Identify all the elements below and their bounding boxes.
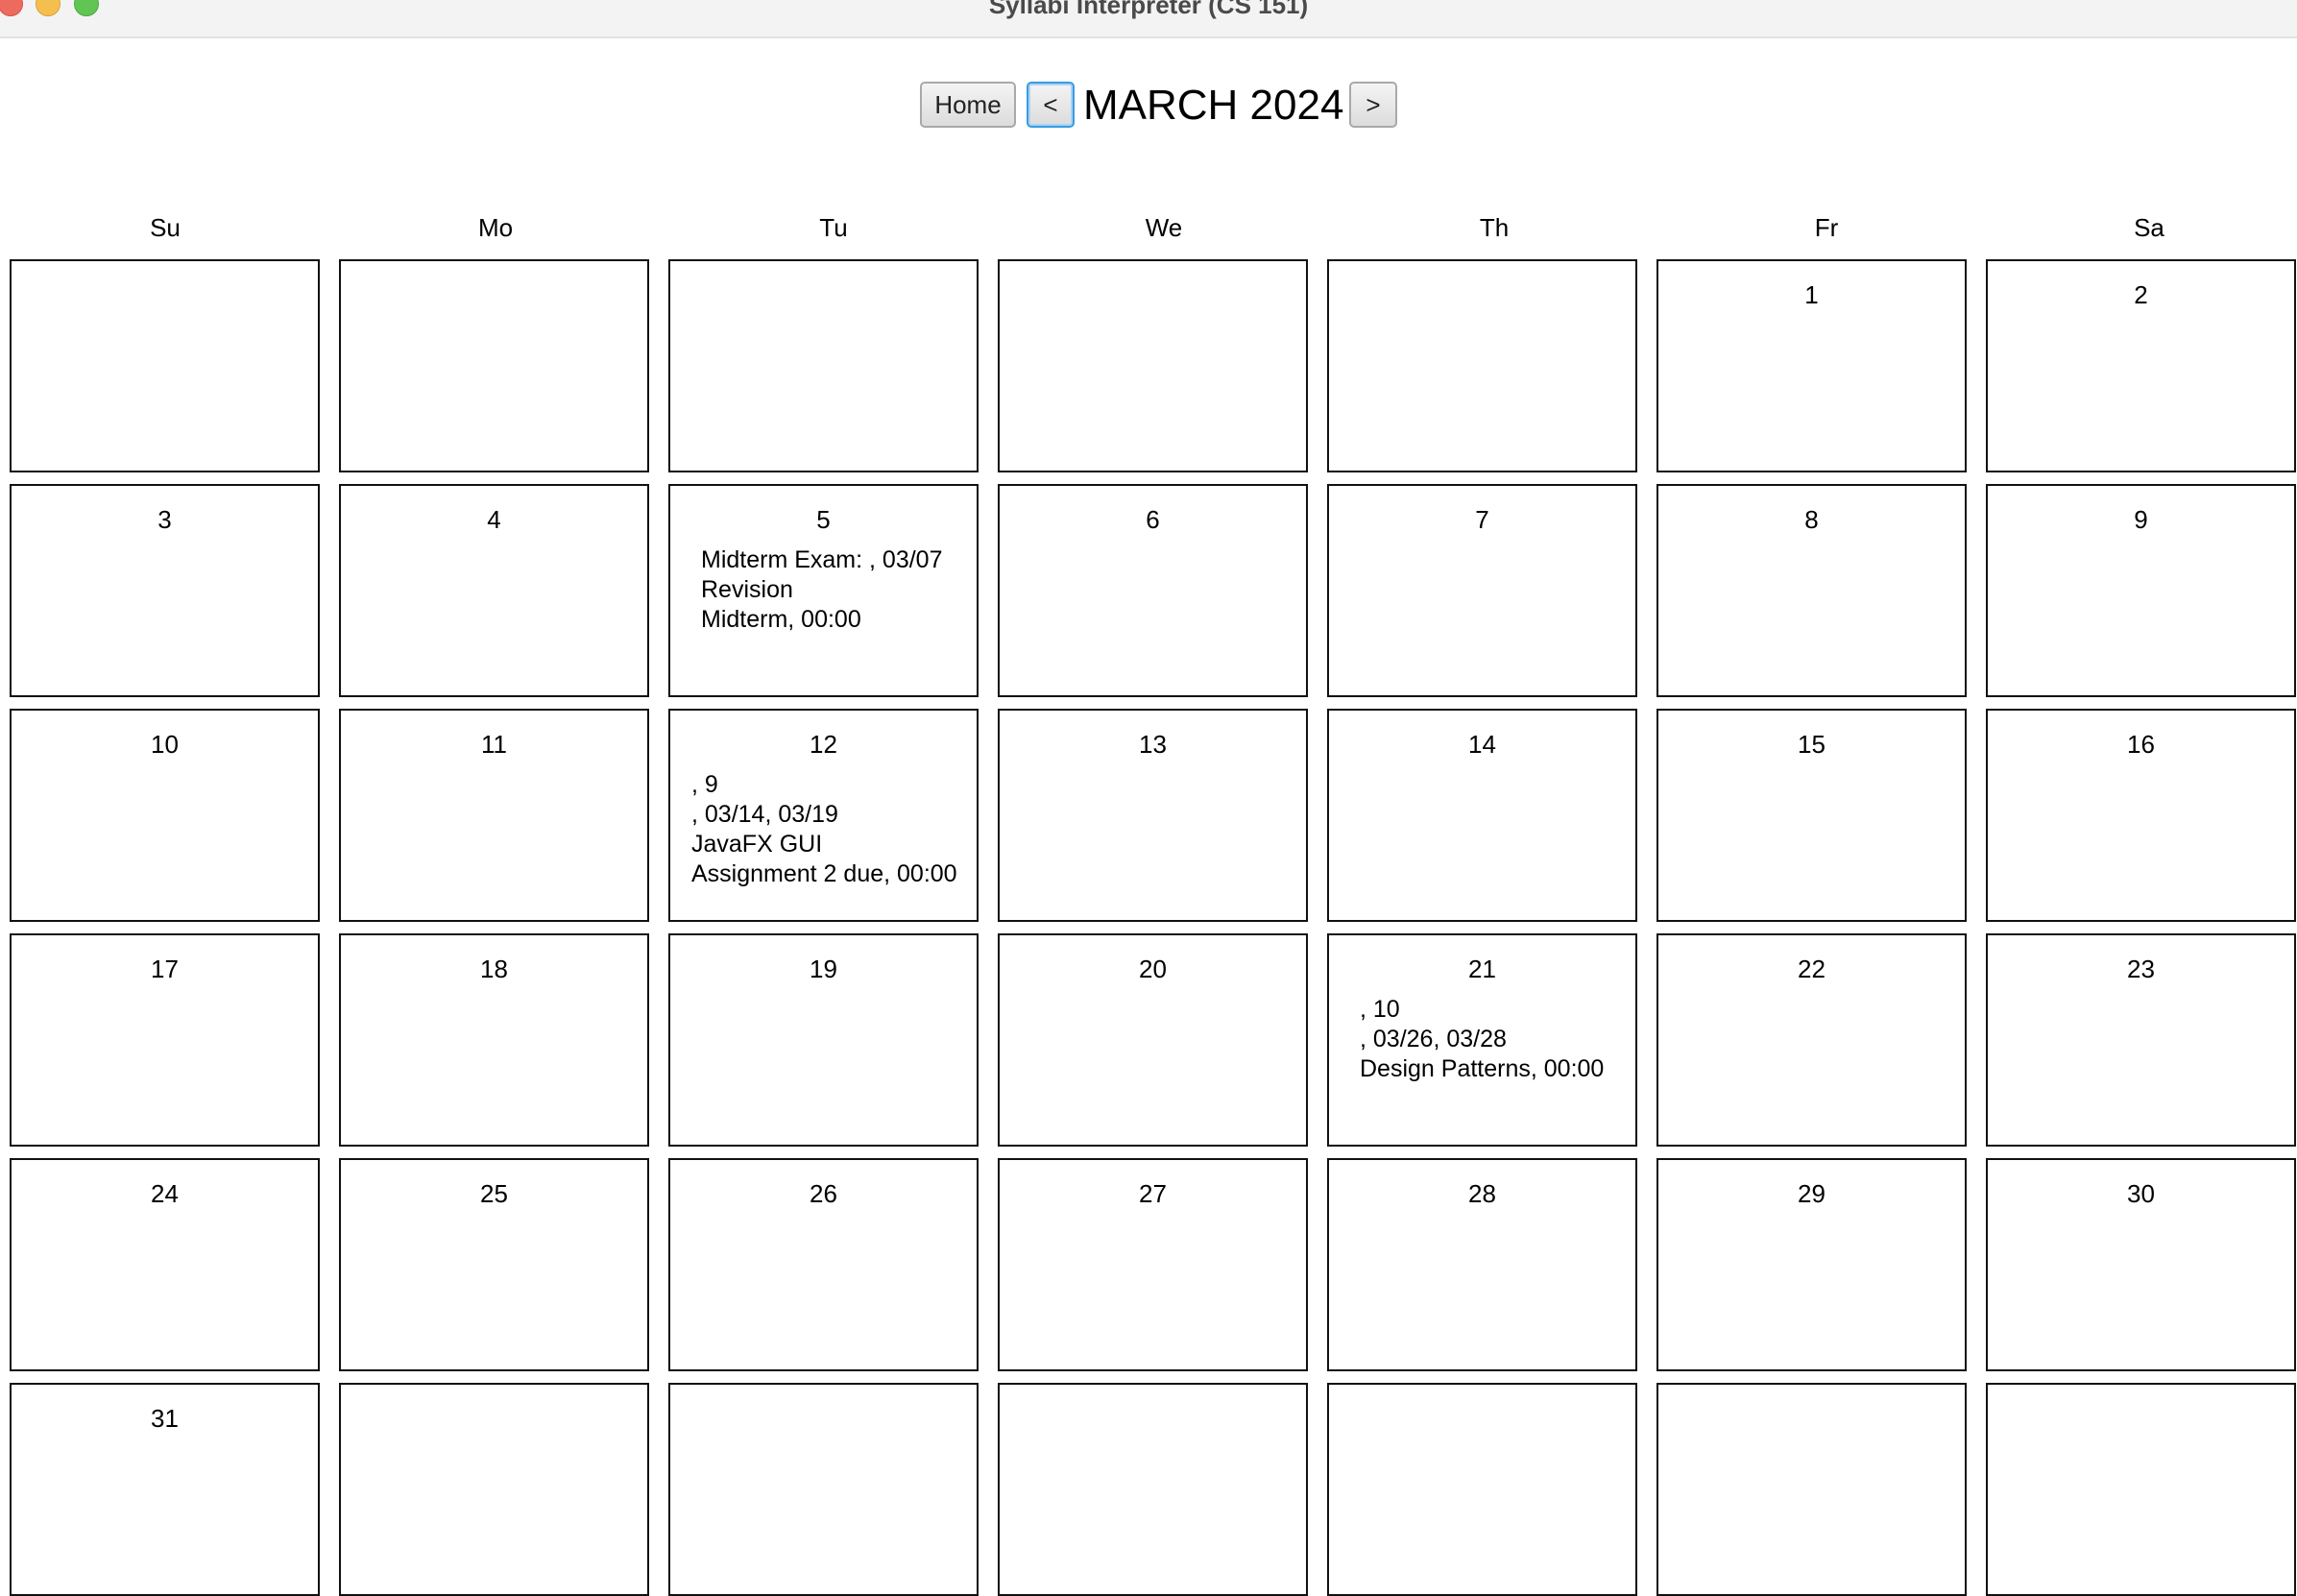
day-number: 17: [151, 955, 179, 983]
day-cell[interactable]: 24: [10, 1158, 320, 1371]
day-cell[interactable]: [1986, 1383, 2296, 1596]
day-number: 24: [151, 1179, 179, 1208]
day-cell[interactable]: 17: [10, 933, 320, 1147]
day-cell[interactable]: 28: [1327, 1158, 1637, 1371]
day-number: 2: [2134, 280, 2148, 309]
day-cell[interactable]: 1: [1656, 259, 1967, 472]
day-number: 21: [1468, 955, 1496, 983]
day-cell[interactable]: [339, 259, 649, 472]
day-number: 16: [2127, 730, 2155, 759]
weekday-header-wednesday: We: [1145, 213, 1183, 242]
day-cell[interactable]: 26: [668, 1158, 979, 1371]
day-number: 9: [2134, 505, 2148, 534]
day-cell[interactable]: [668, 259, 979, 472]
day-cell[interactable]: 15: [1656, 709, 1967, 922]
home-button[interactable]: Home: [920, 82, 1016, 128]
day-cell[interactable]: [998, 259, 1308, 472]
day-number: 1: [1804, 280, 1819, 309]
day-number: 15: [1798, 730, 1826, 759]
day-cell[interactable]: 11: [339, 709, 649, 922]
weekday-header-sunday: Su: [150, 213, 181, 242]
event-list: , 9 , 03/14, 03/19 JavaFX GUI Assignment…: [691, 771, 957, 887]
window-title: Syllabi Interpreter (CS 151): [988, 0, 1309, 19]
day-cell[interactable]: 16: [1986, 709, 2296, 922]
day-number: 31: [151, 1404, 179, 1433]
day-cell[interactable]: 29: [1656, 1158, 1967, 1371]
day-number: 7: [1475, 505, 1489, 534]
day-number: 14: [1468, 730, 1496, 759]
day-number: 26: [810, 1179, 837, 1208]
day-cell[interactable]: 20: [998, 933, 1308, 1147]
day-cell[interactable]: 23: [1986, 933, 2296, 1147]
day-number: 22: [1798, 955, 1826, 983]
day-number: 4: [487, 505, 501, 534]
day-number: 29: [1798, 1179, 1826, 1208]
day-cell[interactable]: 7: [1327, 484, 1637, 697]
day-cell[interactable]: 13: [998, 709, 1308, 922]
day-number: 18: [480, 955, 508, 983]
day-cell[interactable]: [668, 1383, 979, 1596]
weekday-header-thursday: Th: [1479, 213, 1510, 242]
weekday-header-friday: Fr: [1814, 213, 1839, 242]
day-cell[interactable]: 14: [1327, 709, 1637, 922]
day-cell[interactable]: 10: [10, 709, 320, 922]
day-cell[interactable]: 8: [1656, 484, 1967, 697]
day-number: 27: [1139, 1179, 1167, 1208]
day-cell[interactable]: 9: [1986, 484, 2296, 697]
day-cell[interactable]: [1327, 259, 1637, 472]
day-cell[interactable]: [1656, 1383, 1967, 1596]
day-cell[interactable]: 27: [998, 1158, 1308, 1371]
day-cell[interactable]: 18: [339, 933, 649, 1147]
day-cell[interactable]: [10, 259, 320, 472]
day-number: 20: [1139, 955, 1167, 983]
day-number: 10: [151, 730, 179, 759]
day-cell[interactable]: 22: [1656, 933, 1967, 1147]
next-month-button[interactable]: >: [1349, 82, 1397, 128]
day-cell[interactable]: 25: [339, 1158, 649, 1371]
window-titlebar: Syllabi Interpreter (CS 151): [0, 0, 2297, 38]
day-number: 6: [1146, 505, 1160, 534]
day-number: 11: [481, 730, 507, 759]
day-number: 19: [810, 955, 837, 983]
day-cell[interactable]: 5 Midterm Exam: , 03/07 Revision Midterm…: [668, 484, 979, 697]
day-cell[interactable]: 3: [10, 484, 320, 697]
day-number: 13: [1139, 730, 1167, 759]
previous-month-button[interactable]: <: [1027, 82, 1075, 128]
day-number: 3: [157, 505, 172, 534]
day-number: 28: [1468, 1179, 1496, 1208]
weekday-header-monday: Mo: [477, 213, 514, 242]
day-number: 12: [810, 730, 837, 759]
day-cell[interactable]: [339, 1383, 649, 1596]
day-cell[interactable]: 2: [1986, 259, 2296, 472]
day-number: 5: [816, 505, 831, 534]
day-number: 23: [2127, 955, 2155, 983]
weekday-header-tuesday: Tu: [819, 213, 848, 242]
weekday-header-saturday: Sa: [2134, 213, 2164, 242]
event-list: , 10 , 03/26, 03/28 Design Patterns, 00:…: [1360, 996, 1605, 1082]
day-cell[interactable]: [1327, 1383, 1637, 1596]
day-cell[interactable]: [998, 1383, 1308, 1596]
day-cell[interactable]: 12 , 9 , 03/14, 03/19 JavaFX GUI Assignm…: [668, 709, 979, 922]
month-title: MARCH 2024: [1083, 82, 1344, 129]
day-cell[interactable]: 30: [1986, 1158, 2296, 1371]
day-number: 30: [2127, 1179, 2155, 1208]
day-number: 8: [1804, 505, 1819, 534]
day-number: 25: [480, 1179, 508, 1208]
day-cell[interactable]: 6: [998, 484, 1308, 697]
day-cell[interactable]: 21 , 10 , 03/26, 03/28 Design Patterns, …: [1327, 933, 1637, 1147]
day-cell[interactable]: 4: [339, 484, 649, 697]
event-list: Midterm Exam: , 03/07 Revision Midterm, …: [701, 546, 943, 633]
day-cell[interactable]: 31: [10, 1383, 320, 1596]
day-cell[interactable]: 19: [668, 933, 979, 1147]
